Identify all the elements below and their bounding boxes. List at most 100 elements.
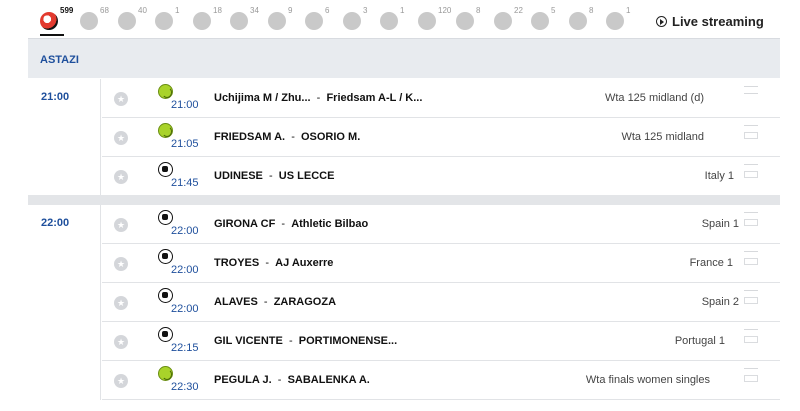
sport-tab-12[interactable]: 8 [456, 6, 498, 34]
sport-count: 1 [175, 6, 180, 15]
football-icon [305, 12, 323, 30]
sport-tab-8[interactable]: 6 [305, 6, 347, 34]
favorite-star-icon[interactable]: ★ [114, 131, 128, 145]
live-streaming-label: Live streaming [672, 14, 764, 29]
match-row[interactable]: ★ 21:05 FRIEDSAM A. - OSORIO M. Wta 125 … [102, 118, 780, 157]
play-icon [656, 16, 667, 27]
soccer-ball-icon [158, 210, 173, 225]
favorite-star-icon[interactable]: ★ [114, 296, 128, 310]
sport-tab-9[interactable]: 3 [343, 6, 385, 34]
group-time-column: 22:00 [28, 205, 101, 400]
away-team: PORTIMONENSE... [298, 335, 398, 347]
group-time: 22:00 [41, 217, 70, 229]
match-teams: ALAVES - ZARAGOZA [214, 296, 337, 308]
soccer-ball-icon [158, 288, 173, 303]
away-team: ZARAGOZA [273, 296, 337, 308]
match-row[interactable]: ★ 22:30 PEGULA J. - SABALENKA A. Wta fin… [102, 361, 780, 400]
trophy-icon [606, 12, 624, 30]
group-time: 21:00 [41, 91, 70, 103]
sport-count: 5 [551, 6, 556, 15]
beach-volley-icon [531, 12, 549, 30]
match-row[interactable]: ★ 22:15 GIL VICENTE - PORTIMONENSE... Po… [102, 322, 780, 361]
tennis-ball-icon [158, 123, 173, 138]
favorite-star-icon[interactable]: ★ [114, 257, 128, 271]
sport-tab-4[interactable]: 1 [155, 6, 197, 34]
match-time: 22:00 [171, 264, 199, 276]
snooker-triangle-icon [380, 12, 398, 30]
sport-count: 22 [514, 6, 523, 15]
favorite-star-icon[interactable]: ★ [114, 218, 128, 232]
favorite-star-icon[interactable]: ★ [114, 374, 128, 388]
group-separator [28, 195, 780, 205]
sport-tab-5[interactable]: 18 [193, 6, 235, 34]
away-team: OSORIO M. [300, 131, 361, 143]
sport-tab-7[interactable]: 9 [268, 6, 310, 34]
soccer-ball-icon [40, 12, 58, 30]
home-team: FRIEDSAM A. [214, 131, 286, 143]
live-streaming-link[interactable]: Live streaming [656, 14, 764, 29]
time-group: 21:00 ★ 21:00 Uchijima M / Zhu... - Frie… [28, 79, 780, 196]
league-name: Spain 1 [701, 218, 739, 230]
handball-icon [494, 12, 512, 30]
odds-placeholder [744, 125, 758, 139]
sport-count: 40 [138, 6, 147, 15]
match-time: 21:45 [171, 177, 199, 189]
match-row[interactable]: ★ 22:00 ALAVES - ZARAGOZA Spain 2 [102, 283, 780, 322]
table-tennis-icon [418, 12, 436, 30]
match-time: 22:00 [171, 225, 199, 237]
sport-tab-15[interactable]: 8 [569, 6, 611, 34]
sport-tab-3[interactable]: 40 [118, 6, 160, 34]
sport-tab-16[interactable]: 1 [606, 6, 648, 34]
match-teams: FRIEDSAM A. - OSORIO M. [214, 131, 361, 143]
match-row[interactable]: ★ 22:00 TROYES - AJ Auxerre France 1 [102, 244, 780, 283]
league-name: Spain 2 [701, 296, 739, 308]
odds-placeholder [744, 86, 758, 100]
sport-tab-soccer[interactable]: 599 [40, 6, 82, 36]
sport-count: 3 [363, 6, 368, 15]
match-teams: GIRONA CF - Athletic Bilbao [214, 218, 369, 230]
match-row[interactable]: ★ 21:45 UDINESE - US LECCE Italy 1 [102, 157, 780, 196]
home-team: GIRONA CF [214, 218, 276, 230]
sport-tab-10[interactable]: 1 [380, 6, 422, 34]
sport-count: 599 [60, 6, 74, 15]
match-teams: GIL VICENTE - PORTIMONENSE... [214, 335, 398, 347]
league-name: France 1 [689, 257, 733, 269]
sport-tab-2[interactable]: 68 [80, 6, 122, 34]
odds-placeholder [744, 212, 758, 226]
league-name: Wta 125 midland (d) [604, 92, 704, 104]
day-label: ASTAZI [40, 54, 79, 66]
day-header: ASTAZI [28, 38, 780, 78]
favorite-star-icon[interactable]: ★ [114, 92, 128, 106]
sport-count: 34 [250, 6, 259, 15]
tennis-ball-icon [158, 84, 173, 99]
match-row[interactable]: ★ 21:00 Uchijima M / Zhu... - Friedsam A… [102, 79, 780, 118]
odds-placeholder [744, 368, 758, 382]
match-teams: PEGULA J. - SABALENKA A. [214, 374, 370, 386]
sport-tab-13[interactable]: 22 [494, 6, 536, 34]
sport-count: 1 [626, 6, 631, 15]
sport-tab-11[interactable]: 120 [418, 6, 460, 34]
match-time: 22:15 [171, 342, 199, 354]
badminton-icon [569, 12, 587, 30]
match-teams: UDINESE - US LECCE [214, 170, 335, 182]
sport-tab-6[interactable]: 34 [230, 6, 272, 34]
soccer-ball-icon [158, 327, 173, 342]
darts-icon [456, 12, 474, 30]
sport-tab-14[interactable]: 5 [531, 6, 573, 34]
favorite-star-icon[interactable]: ★ [114, 170, 128, 184]
match-row[interactable]: ★ 22:00 GIRONA CF - Athletic Bilbao Spai… [102, 205, 780, 244]
away-team: SABALENKA A. [287, 374, 370, 386]
sport-count: 18 [213, 6, 222, 15]
match-teams: Uchijima M / Zhu... - Friedsam A-L / K..… [214, 92, 423, 104]
time-group: 22:00 ★ 22:00 GIRONA CF - Athletic Bilba… [28, 205, 780, 400]
soccer-ball-icon [158, 249, 173, 264]
sport-count: 1 [400, 6, 405, 15]
home-team: ALAVES [214, 296, 258, 308]
favorite-star-icon[interactable]: ★ [114, 335, 128, 349]
sport-count: 120 [438, 6, 452, 15]
away-team: Friedsam A-L / K... [326, 92, 423, 104]
league-name: Wta finals women singles [585, 374, 710, 386]
odds-placeholder [744, 290, 758, 304]
home-team: UDINESE [214, 170, 263, 182]
sport-count: 9 [288, 6, 293, 15]
